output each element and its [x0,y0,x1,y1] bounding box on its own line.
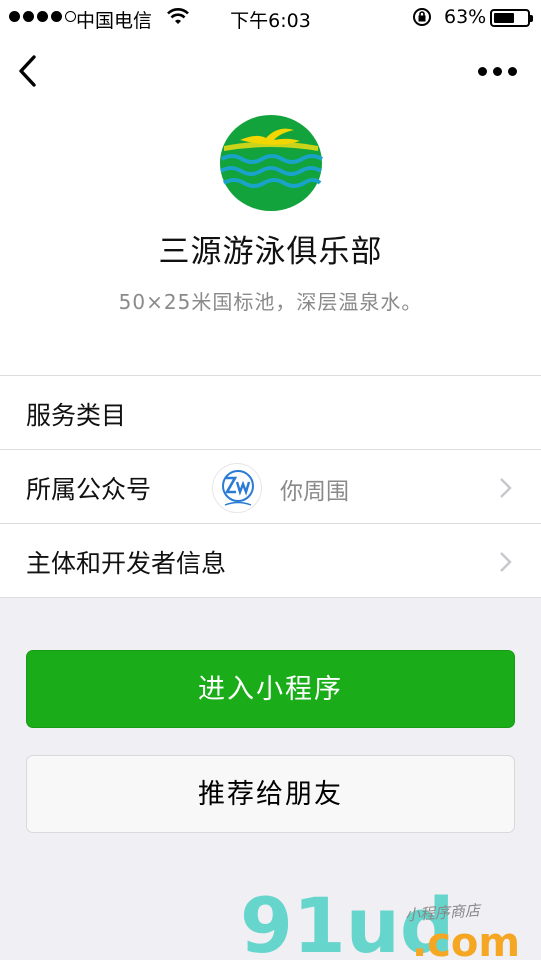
row-official-account[interactable]: 所属公众号 你周围 [0,449,541,523]
chevron-left-icon[interactable] [14,54,44,88]
chevron-right-icon [500,552,512,572]
row-developer-info[interactable]: 主体和开发者信息 [0,523,541,598]
app-title: 三源游泳俱乐部 [158,234,383,270]
rotation-lock-icon [413,8,431,26]
official-account-name: 你周围 [280,479,349,505]
mini-program-profile: 中国电信 下午6:03 63% 三源游泳俱乐部 50×25米国标池，深层温泉水。 [0,0,541,598]
chevron-right-icon [500,478,512,498]
enter-mini-program-button[interactable]: 进入小程序 [26,650,515,728]
watermark-domain: .com [412,920,520,960]
row-label: 所属公众号 [26,475,152,504]
site-watermark: 91ud 小程序商店 .com [240,881,520,960]
official-account-avatar [212,463,262,513]
status-bar: 中国电信 下午6:03 63% [0,0,541,36]
recommend-to-friend-button[interactable]: 推荐给朋友 [26,755,515,833]
battery-icon [490,9,533,27]
app-description: 50×25米国标池，深层温泉水。 [118,290,423,314]
ellipsis-icon[interactable] [478,62,522,80]
app-logo [219,115,324,211]
row-label: 主体和开发者信息 [26,549,227,578]
battery-percent: 63% [444,6,487,28]
row-service-category[interactable]: 服务类目 [0,375,541,449]
row-label: 服务类目 [26,401,127,430]
